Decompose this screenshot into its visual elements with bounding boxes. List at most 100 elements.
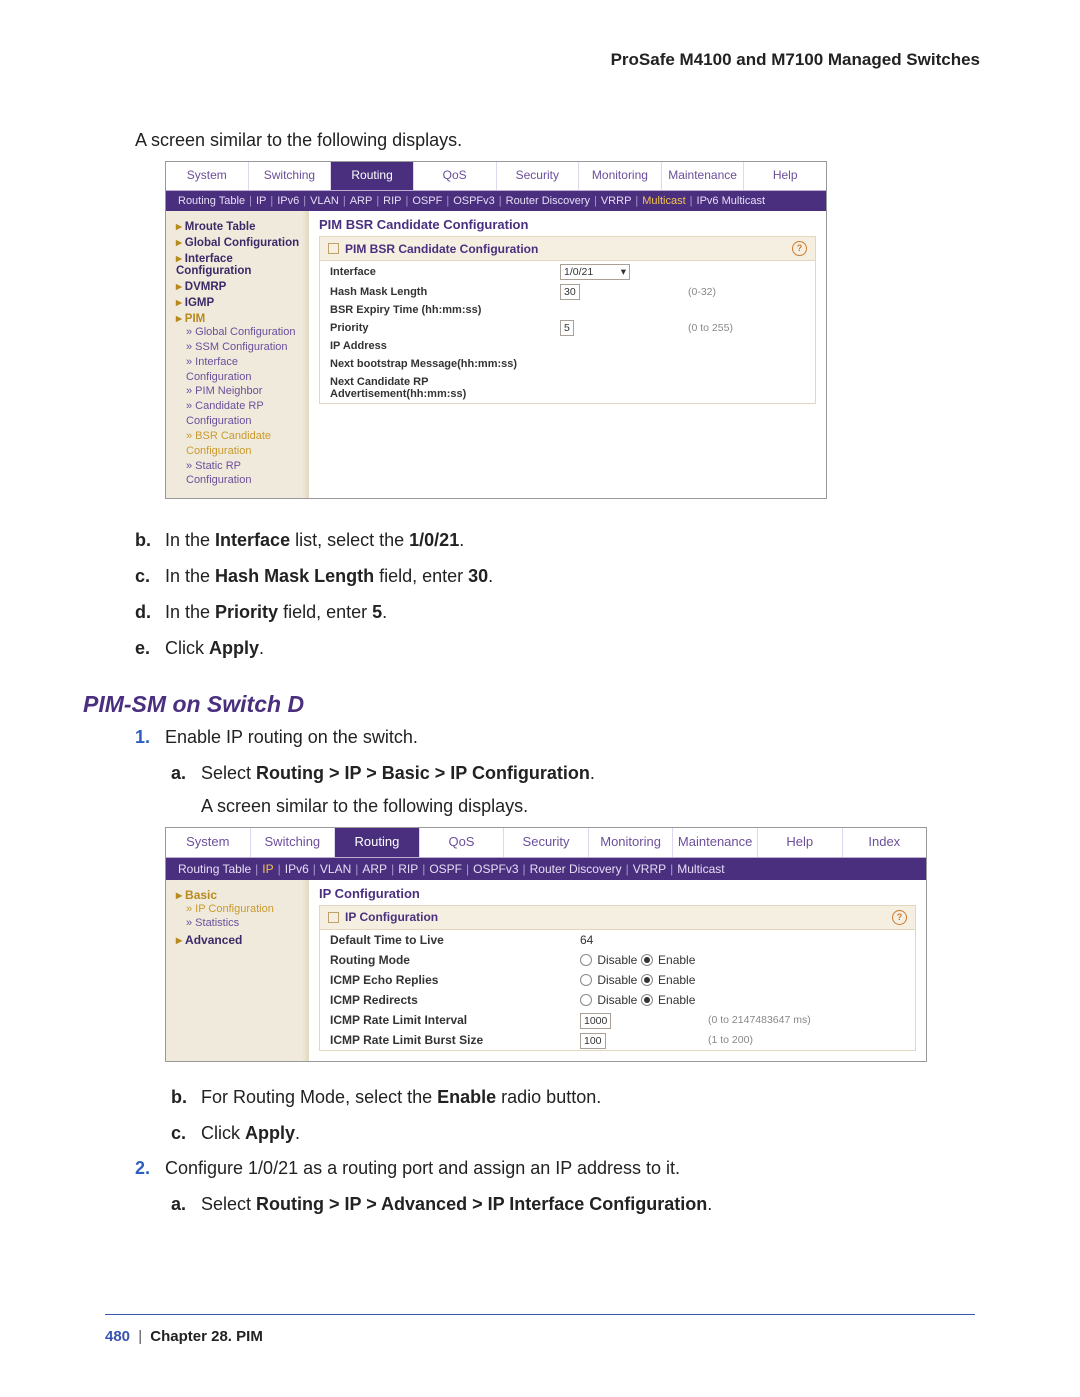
subtab-vrrp[interactable]: VRRP: [601, 195, 632, 207]
nav-static-rp-configuration[interactable]: » Static RP Configuration: [186, 459, 301, 489]
subtab-ip[interactable]: IP: [262, 862, 273, 876]
nav-global-configuration[interactable]: » Global Configuration: [186, 325, 301, 340]
tab-routing[interactable]: Routing: [331, 162, 414, 190]
instruction-step: c.Click Apply.: [171, 1120, 975, 1148]
tab-help[interactable]: Help: [744, 162, 826, 190]
step-body: In the Priority field, enter 5.: [165, 599, 975, 627]
tab-switching[interactable]: Switching: [249, 162, 332, 190]
text-input[interactable]: 100: [580, 1033, 606, 1049]
subtab-multicast[interactable]: Multicast: [642, 195, 685, 207]
subtab-vlan[interactable]: VLAN: [320, 862, 351, 876]
subtab-ipv6-multicast[interactable]: IPv6 Multicast: [697, 195, 765, 207]
subtab-router-discovery[interactable]: Router Discovery: [506, 195, 590, 207]
page-header: ProSafe M4100 and M7100 Managed Switches: [105, 50, 980, 70]
subtab-router-discovery[interactable]: Router Discovery: [530, 862, 622, 876]
nav-igmp[interactable]: ▸IGMP: [176, 295, 301, 309]
subtab-multicast[interactable]: Multicast: [677, 862, 724, 876]
step-marker: 1.: [135, 724, 165, 752]
field-hint: (1 to 200): [708, 1034, 753, 1046]
chevron-right-icon: ▸: [176, 253, 182, 265]
box-icon: [328, 912, 339, 923]
nav-ssm-configuration[interactable]: » SSM Configuration: [186, 340, 301, 355]
field-hint: (0 to 255): [688, 322, 733, 334]
tab-qos[interactable]: QoS: [420, 828, 505, 857]
subtab-arp[interactable]: ARP: [362, 862, 387, 876]
form-row: ICMP Echo Replies Disable Enable: [320, 970, 915, 990]
help-icon[interactable]: ?: [892, 910, 907, 925]
nav-dvmrp[interactable]: ▸DVMRP: [176, 279, 301, 293]
form-row: ICMP Rate Limit Interval1000(0 to 214748…: [320, 1010, 915, 1030]
radio-enable[interactable]: [641, 994, 653, 1006]
panel-box-title: IP Configuration: [345, 910, 438, 924]
panel-box-header: IP Configuration ?: [320, 906, 915, 930]
tab-security[interactable]: Security: [504, 828, 589, 857]
nav-global-configuration[interactable]: ▸Global Configuration: [176, 235, 301, 249]
tab-qos[interactable]: QoS: [414, 162, 497, 190]
subtab-ipv6[interactable]: IPv6: [285, 862, 309, 876]
page-number: 480: [105, 1328, 130, 1345]
tab-monitoring[interactable]: Monitoring: [589, 828, 674, 857]
radio-enable[interactable]: [641, 974, 653, 986]
radio-disable[interactable]: [580, 974, 592, 986]
tab-routing[interactable]: Routing: [335, 828, 420, 857]
subtab-ospf[interactable]: OSPF: [429, 862, 462, 876]
tab-help[interactable]: Help: [758, 828, 843, 857]
instruction-step: b.In the Interface list, select the 1/0/…: [135, 527, 975, 555]
help-icon[interactable]: ?: [792, 241, 807, 256]
subtab-ospfv3[interactable]: OSPFv3: [473, 862, 518, 876]
tab-system[interactable]: System: [166, 162, 249, 190]
subtab-ospfv3[interactable]: OSPFv3: [453, 195, 495, 207]
subtab-routing-table[interactable]: Routing Table: [178, 862, 251, 876]
nav-candidate-rp-configuration[interactable]: » Candidate RP Configuration: [186, 399, 301, 429]
subtab-ipv6[interactable]: IPv6: [277, 195, 299, 207]
nav-interface-configuration[interactable]: ▸Interface Configuration: [176, 251, 301, 277]
nav-basic[interactable]: ▸Basic: [176, 888, 301, 902]
screenshot-ip-configuration: SystemSwitchingRoutingQoSSecurityMonitor…: [165, 827, 927, 1062]
step-body: Configure 1/0/21 as a routing port and a…: [165, 1155, 975, 1183]
field-label: Hash Mask Length: [330, 286, 560, 298]
subtab-routing-table[interactable]: Routing Table: [178, 195, 245, 207]
nav-mroute-table[interactable]: ▸Mroute Table: [176, 219, 301, 233]
tab-switching[interactable]: Switching: [251, 828, 336, 857]
field-hint: (0 to 2147483647 ms): [708, 1014, 811, 1026]
top-tabs: SystemSwitchingRoutingQoSSecurityMonitor…: [166, 162, 826, 191]
nav-interface-configuration[interactable]: » Interface Configuration: [186, 355, 301, 385]
tab-maintenance[interactable]: Maintenance: [673, 828, 758, 857]
form-row: BSR Expiry Time (hh:mm:ss): [320, 301, 815, 319]
chevron-right-icon: ▸: [176, 297, 182, 309]
tab-maintenance[interactable]: Maintenance: [662, 162, 745, 190]
subtab-ip[interactable]: IP: [256, 195, 266, 207]
subtab-rip[interactable]: RIP: [383, 195, 401, 207]
tab-monitoring[interactable]: Monitoring: [579, 162, 662, 190]
chevron-right-icon: ▸: [176, 888, 182, 902]
step-marker: b.: [135, 527, 165, 555]
subtab-ospf[interactable]: OSPF: [412, 195, 442, 207]
step-marker: b.: [171, 1084, 201, 1112]
subtab-rip[interactable]: RIP: [398, 862, 418, 876]
tab-security[interactable]: Security: [497, 162, 580, 190]
chevron-down-icon: ▾: [621, 266, 626, 278]
nav-ip-configuration[interactable]: » IP Configuration: [186, 902, 301, 917]
nav-pim[interactable]: ▸PIM: [176, 311, 301, 325]
subtab-arp[interactable]: ARP: [350, 195, 373, 207]
tab-index[interactable]: Index: [843, 828, 927, 857]
instruction-step: e.Click Apply.: [135, 635, 975, 663]
radio-enable[interactable]: [641, 954, 653, 966]
text-input[interactable]: 5: [560, 320, 574, 336]
nav-bsr-candidate-configuration[interactable]: » BSR Candidate Configuration: [186, 429, 301, 459]
nav-statistics[interactable]: » Statistics: [186, 916, 301, 931]
subtab-vrrp[interactable]: VRRP: [633, 862, 666, 876]
nav-pim-neighbor[interactable]: » PIM Neighbor: [186, 384, 301, 399]
radio-disable[interactable]: [580, 954, 592, 966]
chapter-label: Chapter 28. PIM: [150, 1328, 263, 1345]
text-input[interactable]: 30: [560, 284, 580, 300]
nav-advanced[interactable]: ▸Advanced: [176, 933, 301, 947]
text-input[interactable]: 1000: [580, 1013, 611, 1029]
form-row: Routing Mode Disable Enable: [320, 950, 915, 970]
subtab-vlan[interactable]: VLAN: [310, 195, 339, 207]
instruction-step: 1.Enable IP routing on the switch.: [135, 724, 975, 752]
radio-disable[interactable]: [580, 994, 592, 1006]
tab-system[interactable]: System: [166, 828, 251, 857]
interface-select[interactable]: 1/0/21▾: [560, 264, 630, 280]
field-label: Priority: [330, 322, 560, 334]
